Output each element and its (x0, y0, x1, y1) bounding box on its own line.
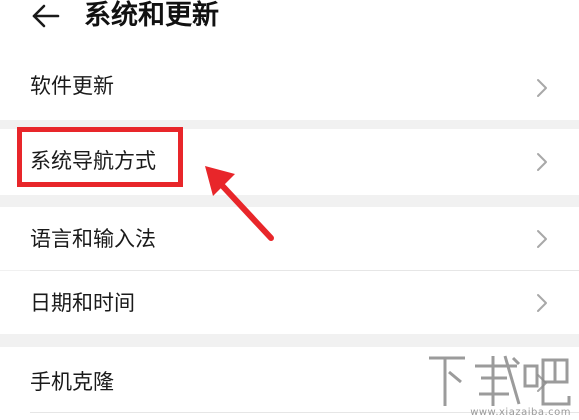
settings-item-software-update[interactable]: 软件更新 (0, 56, 579, 120)
page-title: 系统和更新 (84, 0, 219, 31)
app-header: 系统和更新 (0, 0, 579, 56)
settings-item-date-time[interactable]: 日期和时间 (0, 271, 579, 334)
chevron-right-icon (537, 79, 547, 97)
red-arrow-icon (205, 166, 274, 241)
settings-item-language-input[interactable]: 语言和输入法 (0, 207, 579, 270)
settings-item-label: 日期和时间 (30, 291, 135, 315)
chevron-right-icon (537, 153, 547, 171)
settings-item-label: 手机克隆 (30, 370, 114, 394)
arrow-left-icon[interactable] (26, 2, 66, 32)
highlight-box (17, 127, 183, 187)
settings-item-label: 软件更新 (30, 74, 114, 98)
settings-item-label: 语言和输入法 (30, 227, 156, 251)
chevron-right-icon (537, 294, 547, 312)
watermark-url: www.xiazaiba.com (470, 407, 571, 418)
chevron-right-icon (537, 230, 547, 248)
